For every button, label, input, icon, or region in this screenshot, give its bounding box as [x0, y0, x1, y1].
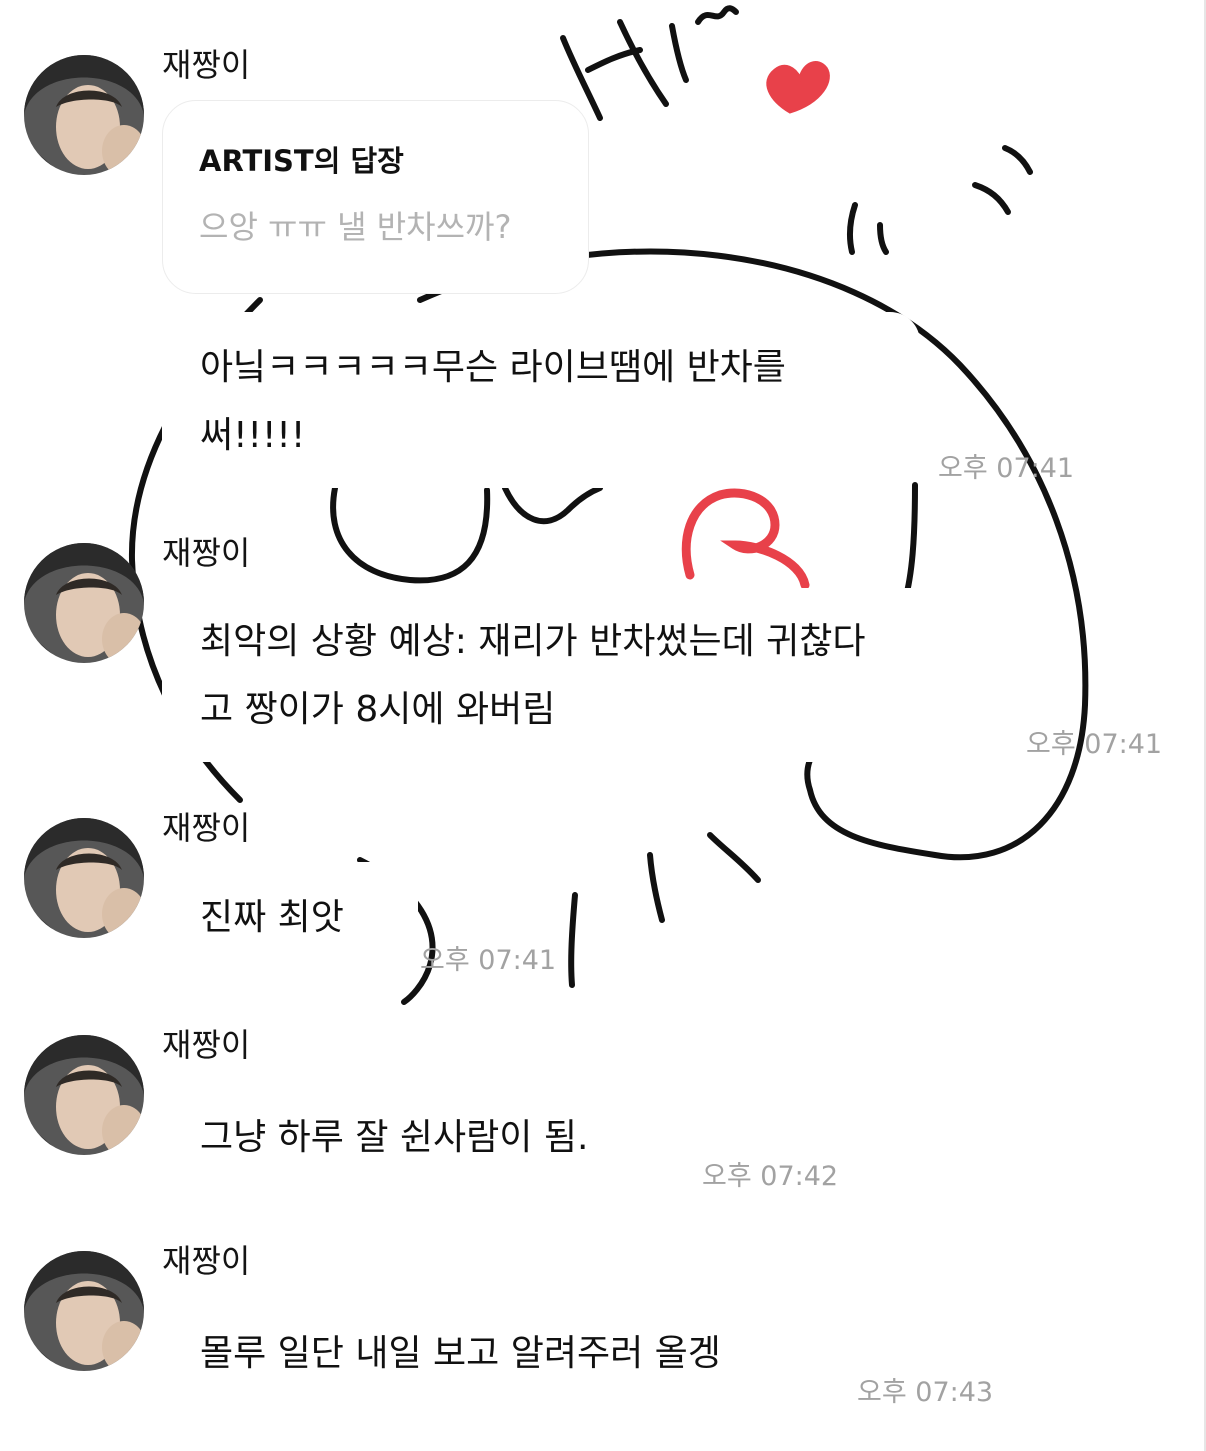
doodle-right-eye — [502, 485, 603, 524]
sender-name: 재짱이 — [162, 809, 251, 847]
quoted-reply[interactable]: ARTIST의 답장 으앙 ㅠㅠ 낼 반차쓰까? — [162, 100, 589, 294]
message-timestamp: 오후 07:43 — [857, 1377, 994, 1408]
greeting-letter-h-right — [617, 19, 669, 107]
doodle-hand-stroke-3 — [972, 182, 1011, 215]
message-bubble[interactable]: 몰루 일단 내일 보고 알려주러 올겡 — [162, 1298, 852, 1410]
greeting-letter-i — [669, 23, 689, 83]
doodle-tear-2 — [647, 852, 665, 923]
message-bubble[interactable]: 진짜 최앗 — [162, 862, 418, 974]
sender-name: 재짱이 — [162, 1242, 251, 1280]
doodle-tear-1 — [568, 892, 578, 988]
message-timestamp: 오후 07:41 — [420, 945, 557, 976]
doodle-hand-right — [902, 482, 918, 603]
message-bubble[interactable]: 아닠ㅋㅋㅋㅋㅋ무슨 라이브땜에 반차를 써!!!!! — [162, 312, 920, 488]
message-line: 아닠ㅋㅋㅋㅋㅋ무슨 라이브땜에 반차를 — [200, 347, 786, 388]
greeting-tilde — [695, 5, 739, 25]
sender-name: 재짱이 — [162, 1026, 251, 1064]
doodle-heart — [766, 61, 830, 114]
message-timestamp: 오후 07:41 — [1026, 729, 1163, 760]
sender-name: 재짱이 — [162, 534, 251, 572]
avatar[interactable] — [24, 818, 144, 938]
greeting-letter-h-bar — [585, 47, 643, 73]
message-timestamp: 오후 07:42 — [702, 1161, 839, 1192]
message-bubble[interactable]: 최악의 상황 예상: 재리가 반차썼는데 귀찮다 고 짱이가 8시에 와버림 — [162, 588, 1012, 762]
sender-name: 재짱이 — [162, 46, 251, 84]
doodle-hand-stroke-1 — [846, 202, 858, 255]
doodle-cheek — [681, 488, 810, 590]
avatar[interactable] — [24, 543, 144, 663]
message-line: 진짜 최앗 — [200, 897, 344, 938]
message-line: 고 짱이가 8시에 와버림 — [200, 689, 556, 730]
doodle-tear-3 — [707, 832, 761, 883]
quoted-reply-text: 으앙 ㅠㅠ 낼 반차쓰까? — [199, 208, 512, 246]
avatar[interactable] — [24, 55, 144, 175]
doodle-left-eye — [330, 485, 491, 584]
avatar-image — [24, 55, 144, 175]
quoted-reply-title: ARTIST의 답장 — [199, 144, 404, 178]
message-line: 최악의 상황 예상: 재리가 반차썼는데 귀찮다 — [200, 621, 866, 662]
message-bubble[interactable]: 그냥 하루 잘 쉰사람이 됨. — [162, 1082, 692, 1194]
message-line: 써!!!!! — [200, 415, 306, 456]
avatar-image — [24, 1035, 144, 1155]
doodle-hand-stroke-2 — [877, 222, 889, 255]
avatar[interactable] — [24, 1251, 144, 1371]
avatar-image — [24, 818, 144, 938]
message-line: 그냥 하루 잘 쉰사람이 됨. — [200, 1117, 589, 1158]
avatar-image — [24, 1251, 144, 1371]
doodle-hand-stroke-4 — [1002, 145, 1033, 175]
avatar[interactable] — [24, 1035, 144, 1155]
message-timestamp: 오후 07:41 — [938, 453, 1075, 484]
message-line: 몰루 일단 내일 보고 알려주러 올겡 — [200, 1333, 721, 1374]
avatar-image — [24, 543, 144, 663]
